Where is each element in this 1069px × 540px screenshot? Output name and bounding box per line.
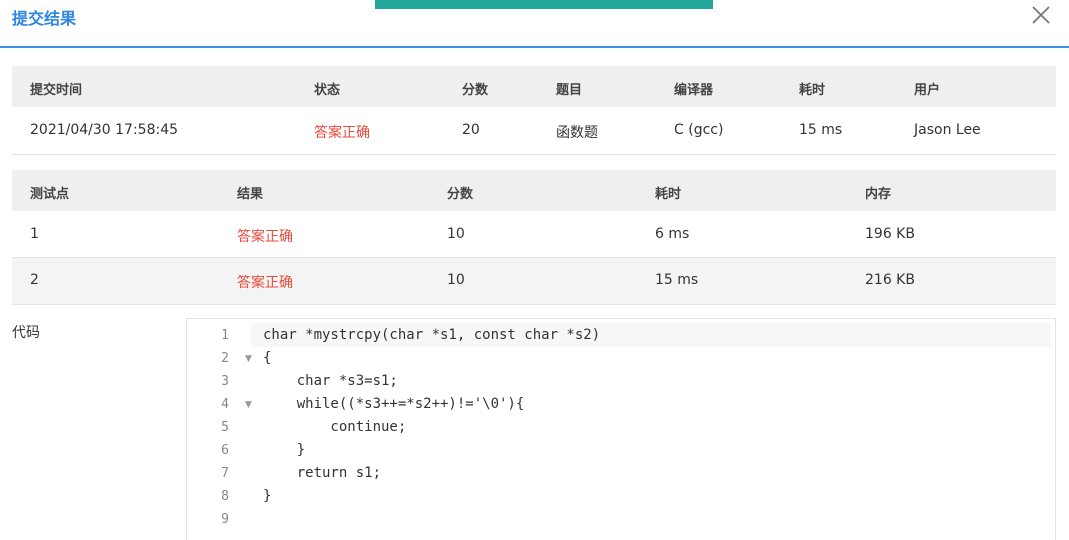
col-submit-time: 提交时间 <box>30 83 83 98</box>
duration-value: 6 ms <box>655 226 690 242</box>
code-label: 代码 <box>12 325 40 341</box>
user-link[interactable]: Jason Lee <box>914 122 981 138</box>
line-number: 1 <box>221 328 229 343</box>
score-value: 10 <box>447 272 465 288</box>
col-compiler: 编译器 <box>674 83 714 98</box>
col-testcase: 测试点 <box>30 187 70 202</box>
table-row: 1 答案正确 10 6 ms 196 KB <box>12 211 1056 258</box>
line-number: 6 <box>221 443 229 458</box>
col-duration: 耗时 <box>655 187 682 202</box>
status-banner <box>375 0 713 9</box>
col-score: 分数 <box>447 187 474 202</box>
table-row: 2 答案正确 10 15 ms 216 KB <box>12 258 1056 305</box>
line-number: 7 <box>221 466 229 481</box>
status-badge: 答案正确 <box>314 125 370 141</box>
problem-type: 函数题 <box>556 125 598 141</box>
dialog-title: 提交结果 <box>12 9 77 28</box>
col-user: 用户 <box>914 83 941 98</box>
code-line: continue; <box>263 419 407 435</box>
code-line: { <box>263 350 272 366</box>
close-icon[interactable] <box>1030 4 1052 26</box>
code-line: char *mystrcpy(char *s1, const char *s2) <box>263 327 601 343</box>
duration-value: 15 ms <box>799 122 843 138</box>
duration-value: 15 ms <box>655 272 699 288</box>
dialog-header: 提交结果 <box>0 0 1069 48</box>
fold-arrow-icon[interactable]: ▼ <box>245 354 252 364</box>
code-editor[interactable]: 1 2 3 4 5 6 7 8 9 ▼ ▼ char *mystrcpy(cha… <box>186 318 1056 540</box>
summary-table: 提交时间 状态 分数 题目 编译器 耗时 用户 2021/04/30 17:58… <box>12 66 1056 155</box>
code-line: } <box>263 442 306 458</box>
score-value: 10 <box>447 226 465 242</box>
line-number: 8 <box>221 489 229 504</box>
status-badge: 答案正确 <box>237 275 293 291</box>
testcase-header: 测试点 结果 分数 耗时 内存 <box>12 170 1056 211</box>
col-problem: 题目 <box>556 83 583 98</box>
submit-time: 2021/04/30 17:58:45 <box>30 122 179 138</box>
code-line: while((*s3++=*s2++)!='\0'){ <box>263 396 525 412</box>
line-number: 9 <box>221 512 229 527</box>
score-value: 20 <box>462 122 480 138</box>
fold-arrow-icon[interactable]: ▼ <box>245 400 252 410</box>
line-number: 5 <box>221 420 229 435</box>
code-line: return s1; <box>263 465 382 481</box>
summary-header: 提交时间 状态 分数 题目 编译器 耗时 用户 <box>12 66 1056 107</box>
memory-value: 216 KB <box>865 272 915 288</box>
status-badge: 答案正确 <box>237 229 293 245</box>
memory-value: 196 KB <box>865 226 915 242</box>
testcase-table: 测试点 结果 分数 耗时 内存 1 答案正确 10 6 ms 196 KB 2 … <box>12 170 1056 305</box>
code-line: } <box>263 488 272 504</box>
col-memory: 内存 <box>865 187 892 202</box>
col-status: 状态 <box>314 83 341 98</box>
line-number: 2 <box>221 351 229 366</box>
line-number: 3 <box>221 374 229 389</box>
col-score: 分数 <box>462 83 489 98</box>
col-result: 结果 <box>237 187 264 202</box>
line-number: 4 <box>221 397 229 412</box>
col-duration: 耗时 <box>799 83 826 98</box>
compiler-value: C (gcc) <box>674 122 724 138</box>
table-row: 2021/04/30 17:58:45 答案正确 20 函数题 C (gcc) … <box>12 107 1056 155</box>
testcase-id: 1 <box>30 226 39 242</box>
code-line: char *s3=s1; <box>263 373 398 389</box>
testcase-id: 2 <box>30 272 39 288</box>
